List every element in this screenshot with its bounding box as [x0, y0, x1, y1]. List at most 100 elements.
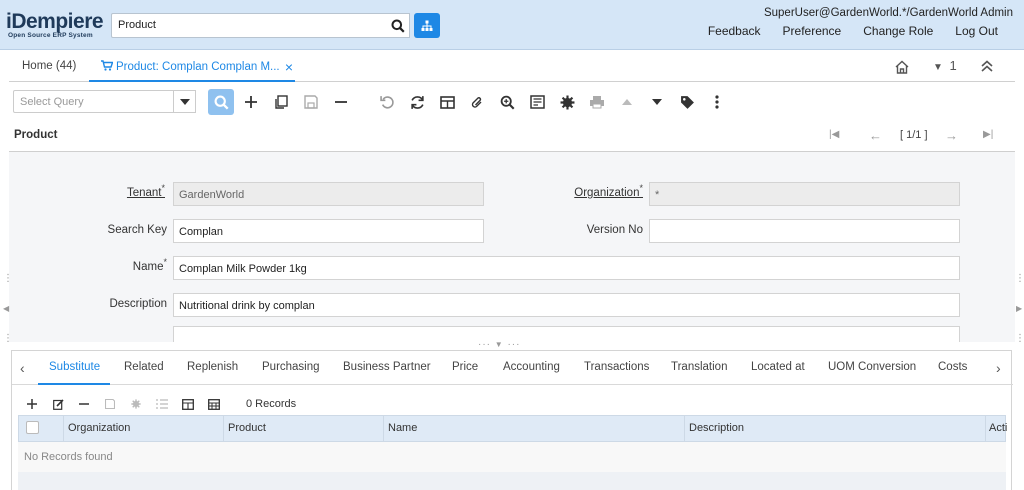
- select-all-checkbox[interactable]: [26, 421, 39, 434]
- col-active[interactable]: Acti: [986, 416, 1007, 441]
- comment-field[interactable]: [173, 326, 960, 342]
- tenant-field[interactable]: GardenWorld: [173, 182, 484, 206]
- tab-costs[interactable]: Costs: [938, 361, 967, 373]
- refresh-button[interactable]: [404, 89, 430, 115]
- detail-tabs: ‹ Substitute Related Replenish Purchasin…: [12, 351, 1013, 385]
- gear-icon: [131, 399, 141, 409]
- select-query-input[interactable]: Select Query: [13, 90, 174, 113]
- tab-product-label: Product: Complan Complan M...: [116, 61, 280, 73]
- record-count: 0 Records: [246, 398, 297, 410]
- select-query-dropdown[interactable]: [173, 90, 196, 113]
- previous-record-button[interactable]: [614, 89, 640, 115]
- attachment-button[interactable]: [464, 89, 490, 115]
- pager-label: [ 1/1 ]: [900, 129, 928, 141]
- detail-delete-button[interactable]: [76, 396, 92, 412]
- col-product[interactable]: Product: [224, 416, 384, 441]
- tab-business-partner[interactable]: Business Partner: [343, 361, 431, 373]
- grid-body: No Records found: [18, 442, 1006, 472]
- report-button[interactable]: [524, 89, 550, 115]
- organization-field[interactable]: *: [649, 182, 960, 206]
- col-description[interactable]: Description: [685, 416, 986, 441]
- tab-purchasing[interactable]: Purchasing: [262, 361, 320, 373]
- menu-tree-button[interactable]: [414, 13, 440, 38]
- detail-settings-button[interactable]: [128, 396, 144, 412]
- prev-record-icon[interactable]: ←: [869, 128, 882, 143]
- tab-translation[interactable]: Translation: [671, 361, 727, 373]
- tab-price[interactable]: Price: [452, 361, 478, 373]
- global-search-input[interactable]: Product: [111, 13, 387, 38]
- change-role-link[interactable]: Change Role: [863, 24, 933, 38]
- col-organization[interactable]: Organization: [64, 416, 224, 441]
- idempiere-logo[interactable]: iDempiere Open Source ERP System: [6, 10, 108, 39]
- left-splitter-handle-2[interactable]: ⋮: [3, 334, 13, 344]
- save-button[interactable]: [298, 89, 324, 115]
- home-button[interactable]: [894, 59, 910, 78]
- tag-button[interactable]: [674, 89, 700, 115]
- tab-home[interactable]: Home (44): [22, 60, 76, 72]
- cart-icon: [101, 60, 114, 71]
- next-record-button[interactable]: [644, 89, 670, 115]
- logo-text: iDempiere: [6, 10, 104, 33]
- right-splitter-handle[interactable]: ⋮: [1015, 274, 1024, 284]
- tab-replenish[interactable]: Replenish: [187, 361, 238, 373]
- undo-button[interactable]: [374, 89, 400, 115]
- feedback-link[interactable]: Feedback: [708, 24, 761, 38]
- new-record-button[interactable]: [238, 89, 264, 115]
- more-actions-button[interactable]: [704, 89, 730, 115]
- tab-located-at[interactable]: Located at: [751, 361, 805, 373]
- last-record-icon[interactable]: ▶|: [983, 129, 993, 140]
- settings-button[interactable]: [554, 89, 580, 115]
- grid-toggle-button[interactable]: [434, 89, 460, 115]
- tab-uom-conversion[interactable]: UOM Conversion: [828, 361, 916, 373]
- organization-label[interactable]: Organization*: [559, 183, 643, 199]
- print-button[interactable]: [584, 89, 610, 115]
- description-field[interactable]: Nutritional drink by complan: [173, 293, 960, 317]
- caret-up-icon: [622, 99, 632, 105]
- detail-pane: ‹ Substitute Related Replenish Purchasin…: [11, 350, 1013, 490]
- version-no-field[interactable]: [649, 219, 960, 243]
- window-list-dropdown[interactable]: ▼ 1: [933, 58, 957, 73]
- tab-transactions[interactable]: Transactions: [584, 361, 649, 373]
- find-button[interactable]: [208, 89, 234, 115]
- sitemap-icon: [421, 20, 433, 31]
- detail-edit-button[interactable]: [50, 396, 66, 412]
- tab-related[interactable]: Related: [124, 361, 164, 373]
- left-collapse-icon[interactable]: ◀: [3, 304, 9, 314]
- minus-icon: [79, 403, 89, 405]
- next-record-icon[interactable]: →: [945, 128, 958, 143]
- right-collapse-icon[interactable]: ▶: [1016, 304, 1022, 314]
- detail-process-button[interactable]: [154, 396, 170, 412]
- chevron-left-icon[interactable]: ‹: [20, 360, 25, 376]
- first-record-icon[interactable]: |◀: [829, 129, 839, 140]
- record-pager: |◀ ← [ 1/1 ] → ▶|: [815, 128, 1015, 147]
- edit-icon: [52, 398, 64, 410]
- delete-button[interactable]: [328, 89, 354, 115]
- grid-footer: [18, 472, 1006, 490]
- search-key-field[interactable]: Complan: [173, 219, 484, 243]
- name-field[interactable]: Complan Milk Powder 1kg: [173, 256, 960, 280]
- search-button[interactable]: [386, 13, 410, 38]
- right-splitter-handle-2[interactable]: ⋮: [1015, 334, 1024, 344]
- detail-grid-button[interactable]: [180, 396, 196, 412]
- tenant-label[interactable]: Tenant*: [109, 183, 165, 199]
- logout-link[interactable]: Log Out: [955, 24, 998, 38]
- tab-accounting[interactable]: Accounting: [503, 361, 560, 373]
- col-name[interactable]: Name: [384, 416, 685, 441]
- zoom-across-button[interactable]: [494, 89, 520, 115]
- user-role-label[interactable]: SuperUser@GardenWorld.*/GardenWorld Admi…: [764, 7, 1013, 19]
- chevron-right-icon[interactable]: ›: [996, 360, 1001, 376]
- detail-form-button[interactable]: [206, 396, 222, 412]
- print-icon: [590, 96, 604, 109]
- collapse-button[interactable]: [980, 59, 994, 76]
- detail-splitter[interactable]: ··· ▼ ···: [478, 339, 548, 350]
- tab-substitute[interactable]: Substitute: [49, 361, 100, 373]
- tab-product[interactable]: Product: Complan Complan M... ×: [89, 54, 295, 82]
- close-tab-icon[interactable]: ×: [285, 59, 293, 75]
- preference-link[interactable]: Preference: [783, 24, 842, 38]
- detail-save-button[interactable]: [102, 396, 118, 412]
- detail-new-button[interactable]: [24, 396, 40, 412]
- window-toolbar: Select Query: [0, 86, 1024, 118]
- left-splitter-handle[interactable]: ⋮: [3, 274, 13, 284]
- undo-icon: [379, 95, 394, 109]
- copy-record-button[interactable]: [268, 89, 294, 115]
